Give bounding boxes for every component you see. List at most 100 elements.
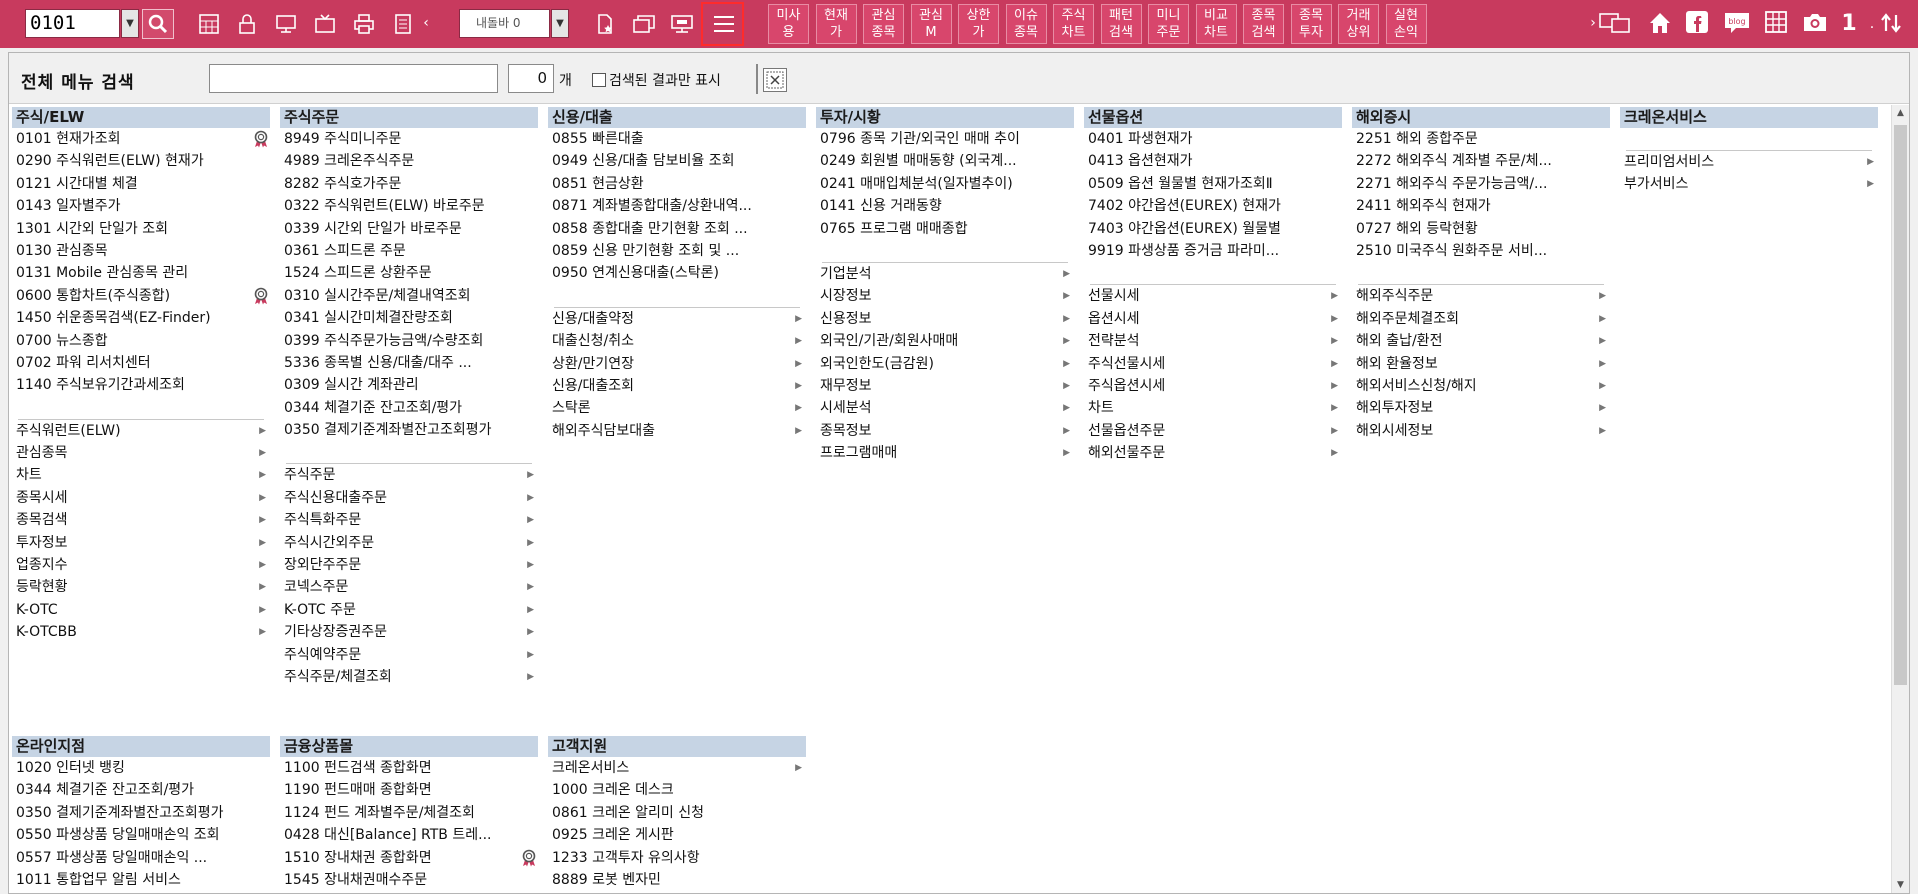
menu-item[interactable]: 1301 시간외 단일가 조회 xyxy=(12,218,270,240)
quick-button-11[interactable]: 종목 투자 xyxy=(1290,4,1332,44)
submenu-item[interactable]: 업종지수 ▶ xyxy=(12,554,270,576)
submenu-item[interactable]: 신용/대출조회 ▶ xyxy=(548,375,806,397)
submenu-item[interactable]: 해외주식담보대출 ▶ xyxy=(548,420,806,442)
menu-item[interactable]: 0859 신용 만기현황 조회 및 ... xyxy=(548,240,806,262)
menu-item[interactable]: 0428 대신[Balance] RTB 트레... xyxy=(280,824,538,846)
submenu-item[interactable]: 장외단주주문 ▶ xyxy=(280,554,538,576)
submenu-item[interactable]: 해외주식주문 ▶ xyxy=(1352,285,1610,307)
menu-item[interactable]: 0413 옵션현재가 xyxy=(1084,150,1342,172)
submenu-item[interactable]: 기업분석 ▶ xyxy=(816,263,1074,285)
menu-item[interactable]: 1190 펀드매매 종합화면 xyxy=(280,779,538,801)
submenu-item[interactable]: 주식워런트(ELW) ▶ xyxy=(12,420,270,442)
submenu-item[interactable]: 외국인한도(금감원) ▶ xyxy=(816,353,1074,375)
menu-item[interactable]: 1545 장내채권매수주문 xyxy=(280,869,538,891)
screen-icon[interactable] xyxy=(667,10,697,38)
menu-item[interactable]: 0950 연계신용대출(스탁론) xyxy=(548,262,806,284)
close-search-button[interactable] xyxy=(763,68,787,92)
quick-button-9[interactable]: 비교 차트 xyxy=(1195,4,1237,44)
quick-button-1[interactable]: 현재 가 xyxy=(815,4,857,44)
menu-item[interactable]: 0925 크레온 게시판 xyxy=(548,824,806,846)
menu-item[interactable]: 0557 파생상품 당일매매손익 ... xyxy=(12,847,270,869)
menu-item[interactable]: 0399 주식주문가능금액/수량조회 xyxy=(280,330,538,352)
submenu-item[interactable]: 스탁론 ▶ xyxy=(548,397,806,419)
submenu-item[interactable]: 종목정보 ▶ xyxy=(816,420,1074,442)
submenu-item[interactable]: 해외시세정보 ▶ xyxy=(1352,420,1610,442)
submenu-item[interactable]: 선물옵션주문 ▶ xyxy=(1084,420,1342,442)
camera-icon[interactable] xyxy=(1801,10,1829,38)
menu-item[interactable]: 0796 종목 기관/외국인 매매 추이 xyxy=(816,128,1074,150)
grid-icon[interactable] xyxy=(1763,10,1789,38)
quick-button-10[interactable]: 종목 검색 xyxy=(1243,4,1284,44)
menu-item[interactable]: 7403 야간옵션(EUREX) 월물별 xyxy=(1084,218,1342,240)
menu-item[interactable]: 0309 실시간 계좌관리 xyxy=(280,374,538,396)
menu-item[interactable]: 0855 빠른대출 xyxy=(548,128,806,150)
quick-button-8[interactable]: 미니 주문 xyxy=(1148,4,1189,44)
quick-button-0[interactable]: 미사 용 xyxy=(768,4,809,44)
menu-item[interactable]: 5336 종목별 신용/대출/대주 ... xyxy=(280,352,538,374)
submenu-item[interactable]: 부가서비스 ▶ xyxy=(1620,173,1878,195)
submenu-item[interactable]: 종목검색 ▶ xyxy=(12,509,270,531)
submenu-item[interactable]: 선물시세 ▶ xyxy=(1084,285,1342,307)
menu-item[interactable]: 0322 주식워런트(ELW) 바로주문 xyxy=(280,195,538,217)
all-menu-button[interactable] xyxy=(701,2,744,46)
facebook-icon[interactable] xyxy=(1684,10,1710,38)
menu-item[interactable]: 0851 현금상환 xyxy=(548,173,806,195)
menu-item[interactable]: 0350 결제기준계좌별잔고조회평가 xyxy=(280,419,538,441)
submenu-item[interactable]: 프로그램매매 ▶ xyxy=(816,442,1074,464)
menu-item[interactable]: 0350 결제기준계좌별잔고조회평가 xyxy=(12,802,270,824)
submenu-item[interactable]: 차트 ▶ xyxy=(12,464,270,486)
quick-button-5[interactable]: 이슈 종목 xyxy=(1005,4,1047,44)
menu-item[interactable]: 1233 고객투자 유의사항 xyxy=(548,847,806,869)
submenu-item[interactable]: 해외 출납/환전 ▶ xyxy=(1352,330,1610,352)
submenu-item[interactable]: 전략분석 ▶ xyxy=(1084,330,1342,352)
menu-item[interactable]: 1510 장내채권 종합화면 xyxy=(280,847,538,869)
menu-item[interactable]: 1140 주식보유기간과세조회 xyxy=(12,374,270,396)
menu-item[interactable]: 0344 체결기준 잔고조회/평가 xyxy=(12,779,270,801)
menu-item[interactable]: 2251 해외 종합주문 xyxy=(1352,128,1610,150)
submenu-item[interactable]: 코넥스주문 ▶ xyxy=(280,576,538,598)
submenu-item[interactable]: 관심종목 ▶ xyxy=(12,442,270,464)
menu-item[interactable]: 0249 회원별 매매동향 (외국계... xyxy=(816,150,1074,172)
lock-icon[interactable] xyxy=(232,10,262,38)
favorite-add-icon[interactable] xyxy=(590,10,620,38)
menu-item[interactable]: 0101 현재가조회 xyxy=(12,128,270,150)
menu-item[interactable]: 0361 스피드론 주문 xyxy=(280,240,538,262)
menu-item[interactable]: 0290 주식워런트(ELW) 현재가 xyxy=(12,150,270,172)
menu-item[interactable]: 8949 주식미니주문 xyxy=(280,128,538,150)
menu-item[interactable]: 2272 해외주식 계좌별 주문/체... xyxy=(1352,150,1610,172)
submenu-item[interactable]: 주식주문/체결조회 ▶ xyxy=(280,666,538,688)
submenu-item[interactable]: 해외선물주문 ▶ xyxy=(1084,442,1342,464)
menu-item[interactable]: 1100 펀드검색 종합화면 xyxy=(280,757,538,779)
submenu-item[interactable]: 주식옵션시세 ▶ xyxy=(1084,375,1342,397)
submenu-item[interactable]: 프리미엄서비스 ▶ xyxy=(1620,151,1878,173)
menu-item[interactable]: 2271 해외주식 주문가능금액/... xyxy=(1352,173,1610,195)
quick-button-3[interactable]: 관심 M xyxy=(910,4,952,44)
submenu-item[interactable]: 옵션시세 ▶ xyxy=(1084,308,1342,330)
print-icon[interactable] xyxy=(349,10,379,38)
submenu-item[interactable]: 해외서비스신청/해지 ▶ xyxy=(1352,375,1610,397)
submenu-item[interactable]: 주식특화주문 ▶ xyxy=(280,509,538,531)
menu-item[interactable]: 2411 해외주식 현재가 xyxy=(1352,195,1610,217)
menu-item[interactable]: 1524 스피드론 상환주문 xyxy=(280,262,538,284)
submenu-item[interactable]: 등락현황 ▶ xyxy=(12,576,270,598)
chevron-left-icon[interactable]: ‹ xyxy=(418,10,434,38)
menu-item[interactable]: 1020 인터넷 뱅킹 xyxy=(12,757,270,779)
submenu-item[interactable]: 재무정보 ▶ xyxy=(816,375,1074,397)
menu-item[interactable]: 0727 해외 등락현황 xyxy=(1352,218,1610,240)
calculator-icon[interactable] xyxy=(194,10,224,38)
monitor-icon[interactable] xyxy=(271,10,301,38)
submenu-item[interactable]: 해외주문체결조회 ▶ xyxy=(1352,308,1610,330)
quick-button-12[interactable]: 거래 상위 xyxy=(1338,4,1379,44)
code-dropdown-button[interactable]: ▼ xyxy=(121,9,139,38)
swap-icon[interactable] xyxy=(1876,10,1906,38)
submenu-item[interactable]: 주식예약주문 ▶ xyxy=(280,644,538,666)
search-button[interactable] xyxy=(142,9,174,39)
nav-dropdown-button[interactable]: ▼ xyxy=(551,9,569,38)
submenu-item[interactable]: 해외 환율정보 ▶ xyxy=(1352,353,1610,375)
submenu-item[interactable]: K-OTCBB ▶ xyxy=(12,621,270,643)
menu-item[interactable]: 0861 크레온 알리미 신청 xyxy=(548,802,806,824)
menu-item[interactable]: 0121 시간대별 체결 xyxy=(12,173,270,195)
menu-item[interactable]: 0141 신용 거래동향 xyxy=(816,195,1074,217)
menu-item[interactable]: 0341 실시간미체결잔량조회 xyxy=(280,307,538,329)
menu-item[interactable]: 0241 매매입체분석(일자별추이) xyxy=(816,173,1074,195)
